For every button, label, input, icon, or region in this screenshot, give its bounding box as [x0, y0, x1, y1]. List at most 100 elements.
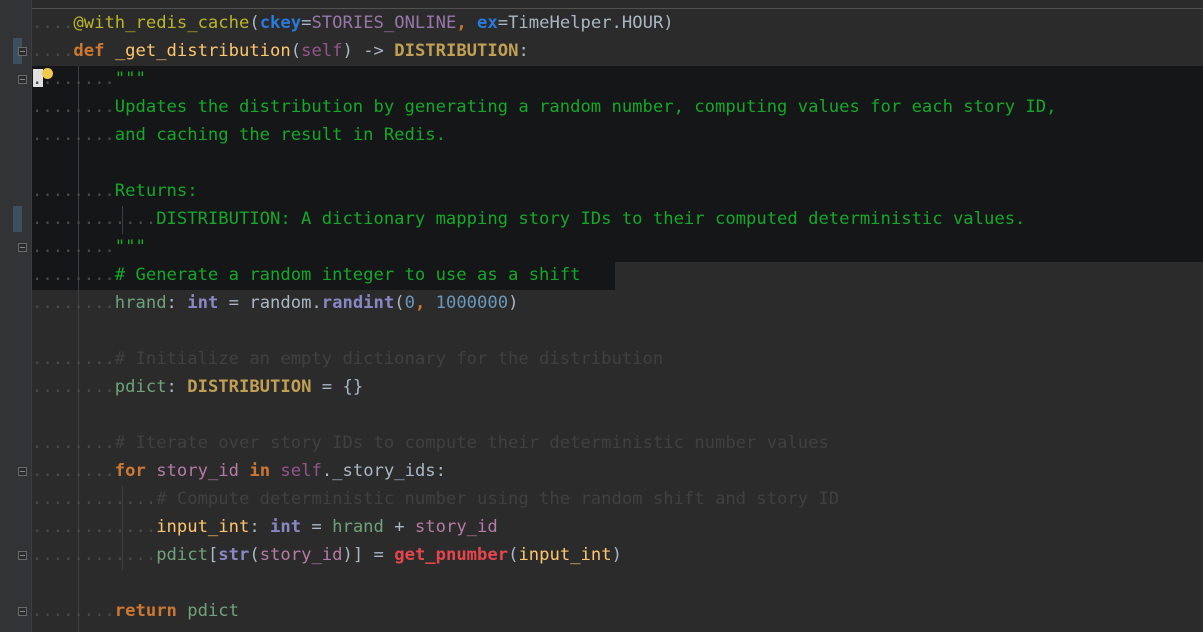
code-token: = — [301, 13, 312, 33]
code-token: return — [114, 601, 188, 621]
change-marker[interactable] — [13, 206, 22, 232]
indent-whitespace: ........ — [32, 181, 115, 201]
code-token: input_int — [518, 545, 612, 565]
code-line[interactable]: ........""" — [32, 65, 146, 93]
code-token: get_pnumber — [394, 545, 509, 565]
fold-icon[interactable] — [18, 75, 27, 84]
code-token: str — [218, 545, 250, 565]
code-token: @with_redis_cache — [73, 13, 250, 33]
code-token: [ — [207, 545, 219, 565]
code-token: Returns: — [114, 181, 198, 201]
code-token: 0 — [404, 293, 415, 313]
indent-whitespace: ........ — [32, 265, 115, 285]
fold-icon[interactable] — [18, 551, 27, 560]
code-token: STORIES_ONLINE — [311, 13, 457, 33]
code-token: : — [166, 377, 188, 397]
code-line[interactable]: ............# Compute deterministic numb… — [32, 485, 839, 513]
code-token: ( — [508, 545, 519, 565]
code-token: # Iterate over story IDs to compute thei… — [114, 433, 829, 453]
code-line[interactable]: ........hrand: int = random.randint(0, 1… — [32, 289, 518, 317]
code-token: ) — [611, 545, 622, 565]
code-token: ex — [477, 13, 498, 33]
code-token: input_int — [156, 517, 250, 537]
code-token: DISTRIBUTION — [394, 41, 519, 61]
indent-whitespace: ........ — [32, 237, 115, 257]
code-line[interactable]: ........pdict: DISTRIBUTION = {} — [32, 373, 363, 401]
code-token: hrand — [114, 293, 167, 313]
code-line[interactable]: ........return pdict — [32, 597, 239, 625]
code-token: , — [414, 293, 436, 313]
indent-whitespace: ........ — [32, 377, 115, 397]
code-line[interactable]: ........# Initialize an empty dictionary… — [32, 345, 663, 373]
indent-whitespace: .... — [32, 13, 74, 33]
indent-whitespace: ........ — [32, 97, 115, 117]
code-token: DISTRIBUTION: A dictionary mapping story… — [156, 209, 1026, 229]
code-line[interactable]: ............pdict[str(story_id)] = get_p… — [32, 541, 622, 569]
code-token: Updates the distribution by generating a… — [114, 97, 1057, 117]
code-line[interactable]: ........and caching the result in Redis. — [32, 121, 446, 149]
indent-whitespace: ........ — [32, 349, 115, 369]
indent-whitespace: ............ — [32, 489, 157, 509]
code-token: ( — [394, 293, 405, 313]
code-line[interactable]: ........Updates the distribution by gene… — [32, 93, 1056, 121]
fold-icon[interactable] — [18, 607, 27, 616]
indent-whitespace: .... — [32, 41, 74, 61]
code-token: pdict — [114, 377, 167, 397]
code-token: """ — [114, 69, 146, 89]
code-line[interactable]: ........for story_id in self._story_ids: — [32, 457, 446, 485]
code-editor[interactable]: ....@with_redis_cache(ckey=STORIES_ONLIN… — [0, 0, 1203, 632]
code-line[interactable]: ........""" — [32, 233, 146, 261]
code-token: pdict — [156, 545, 208, 565]
code-token: : — [249, 517, 271, 537]
code-token: for — [114, 461, 157, 481]
code-token: in — [239, 461, 281, 481]
code-token: : — [166, 293, 188, 313]
indent-whitespace: ........ — [32, 461, 115, 481]
code-token: ckey — [259, 13, 302, 33]
code-line[interactable]: ....@with_redis_cache(ckey=STORIES_ONLIN… — [32, 9, 674, 37]
code-token: self — [301, 41, 343, 61]
code-token: # Initialize an empty dictionary for the… — [114, 349, 664, 369]
indent-whitespace: ........ — [32, 433, 115, 453]
code-line[interactable]: ............input_int: int = hrand + sto… — [32, 513, 498, 541]
code-token: _get_distribution — [114, 41, 291, 61]
code-token: + — [383, 517, 415, 537]
code-line[interactable]: ........Returns: — [32, 177, 198, 205]
code-token: int — [187, 293, 219, 313]
code-token: =TimeHelper.HOUR) — [497, 13, 674, 33]
code-token: ( — [249, 545, 260, 565]
code-token: = {} — [311, 377, 364, 397]
code-token: 1000000 — [435, 293, 509, 313]
code-token: ) -> — [342, 41, 395, 61]
indent-whitespace: ............ — [32, 517, 157, 537]
code-token: hrand — [332, 517, 384, 537]
fold-icon[interactable] — [18, 243, 27, 252]
code-token: and caching the result in Redis. — [114, 125, 446, 145]
indent-whitespace: ............ — [32, 209, 157, 229]
code-token: DISTRIBUTION — [187, 377, 312, 397]
editor-gutter[interactable] — [0, 0, 32, 632]
code-token: # Compute deterministic number using the… — [156, 489, 840, 509]
code-token: int — [270, 517, 302, 537]
code-token: self — [280, 461, 322, 481]
indent-whitespace: ............ — [32, 545, 157, 565]
fold-icon[interactable] — [18, 467, 27, 476]
code-token: def — [73, 41, 115, 61]
code-token: = — [301, 517, 333, 537]
indent-whitespace: ........ — [32, 293, 115, 313]
code-token: )] = — [342, 545, 395, 565]
code-token: # Generate a random integer to use as a … — [114, 265, 581, 285]
code-line[interactable]: ........# Generate a random integer to u… — [32, 261, 580, 289]
code-line[interactable]: ....def _get_distribution(self) -> DISTR… — [32, 37, 529, 65]
code-token: , — [456, 13, 478, 33]
indent-whitespace: ........ — [32, 125, 115, 145]
fold-icon[interactable] — [18, 47, 27, 56]
code-token: ( — [290, 41, 302, 61]
code-token: : — [518, 41, 529, 61]
code-token: story_id — [156, 461, 239, 481]
code-token: randint — [321, 293, 395, 313]
code-line[interactable]: ........# Iterate over story IDs to comp… — [32, 429, 829, 457]
code-token: story_id — [414, 517, 498, 537]
code-line[interactable]: ............DISTRIBUTION: A dictionary m… — [32, 205, 1025, 233]
code-token: ._story_ids: — [321, 461, 446, 481]
